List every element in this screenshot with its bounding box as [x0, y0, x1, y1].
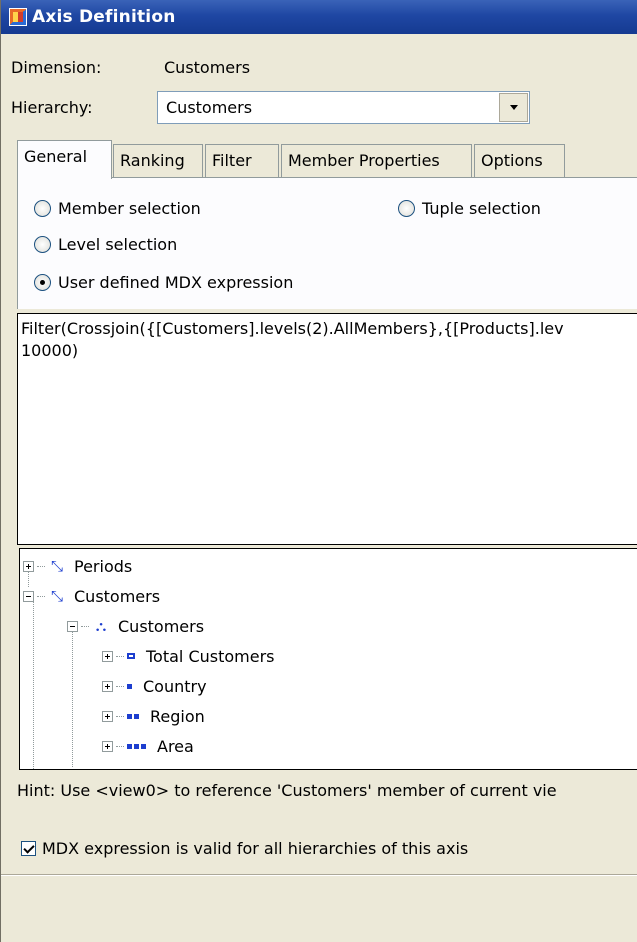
level-0-icon — [127, 653, 135, 659]
window-title: Axis Definition — [32, 7, 176, 27]
title-bar[interactable]: Axis Definition — [1, 0, 637, 34]
tuple-selection-radio[interactable]: Tuple selection — [398, 199, 541, 218]
tree-node-area[interactable]: Area — [102, 731, 194, 761]
tree-node-region[interactable]: Region — [102, 701, 205, 731]
dimension-label: Dimension: — [11, 58, 102, 77]
valid-all-hierarchies-checkbox[interactable]: MDX expression is valid for all hierarch… — [21, 839, 468, 858]
tree-node-periods[interactable]: ⤡ Periods — [23, 551, 132, 581]
tab-ranking[interactable]: Ranking — [113, 144, 203, 178]
tree-line — [72, 627, 73, 767]
collapse-icon[interactable] — [67, 620, 78, 632]
tree-connector — [116, 745, 124, 747]
user-mdx-label: User defined MDX expression — [58, 273, 294, 292]
expand-icon[interactable] — [102, 680, 113, 692]
chevron-down-icon — [509, 105, 518, 110]
tree-connector — [37, 595, 45, 597]
tree-label: Country — [143, 676, 207, 696]
radio-circle — [398, 200, 415, 217]
level-selection-label: Level selection — [58, 235, 178, 254]
hint-text: Hint: Use <view0> to reference 'Customer… — [17, 781, 557, 800]
expand-icon[interactable] — [102, 710, 113, 722]
checkbox-checked-icon[interactable] — [21, 841, 36, 856]
level-3-icon — [127, 743, 146, 749]
dimension-icon: ⤡ — [50, 587, 63, 605]
expand-icon[interactable] — [23, 560, 34, 572]
tab-member-properties[interactable]: Member Properties — [281, 144, 472, 178]
radio-circle — [34, 236, 51, 253]
axis-definition-window: Axis Definition Dimension: Customers Hie… — [0, 0, 637, 942]
expand-icon[interactable] — [102, 740, 113, 752]
tree-connector — [116, 715, 124, 717]
level-2-icon — [127, 713, 139, 719]
tab-options[interactable]: Options — [474, 144, 565, 178]
valid-all-hierarchies-label: MDX expression is valid for all hierarch… — [42, 839, 469, 858]
tree-label: Periods — [74, 556, 133, 576]
tree-connector — [116, 655, 124, 657]
tree-node-customers-hierarchy[interactable]: ⛬ Customers — [67, 611, 204, 641]
expand-icon[interactable] — [102, 650, 113, 662]
tab-filter[interactable]: Filter — [205, 144, 279, 178]
dimension-tree[interactable]: ⤡ Periods ⤡ Customers ⛬ Customers Total … — [19, 548, 637, 770]
tree-label: Region — [150, 706, 205, 726]
tree-connector — [81, 625, 89, 627]
hierarchy-icon: ⛬ — [95, 617, 107, 635]
separator — [1, 874, 637, 876]
hierarchy-dropdown-value: Customers — [166, 98, 253, 117]
tree-node-customers-dimension[interactable]: ⤡ Customers — [23, 581, 160, 611]
tree-connector — [116, 685, 124, 687]
app-icon — [9, 8, 27, 26]
radio-circle — [34, 200, 51, 217]
dimension-icon: ⤡ — [50, 557, 63, 575]
tree-node-country[interactable]: Country — [102, 671, 207, 701]
mdx-expression-editor[interactable]: Filter(Crossjoin({[Customers].levels(2).… — [17, 313, 637, 545]
level-selection-radio[interactable]: Level selection — [34, 235, 177, 254]
tree-label: Total Customers — [146, 646, 275, 666]
member-selection-label: Member selection — [58, 199, 201, 218]
tree-label: Area — [157, 736, 194, 756]
tab-general[interactable]: General — [17, 140, 112, 179]
tree-line — [33, 598, 34, 769]
dropdown-button[interactable] — [499, 93, 528, 122]
user-mdx-radio[interactable]: User defined MDX expression — [34, 273, 293, 292]
hierarchy-label: Hierarchy: — [11, 98, 93, 117]
tuple-selection-label: Tuple selection — [422, 199, 541, 218]
tree-label: Customers — [118, 616, 205, 636]
radio-circle-checked — [34, 274, 51, 291]
tree-node-total-customers[interactable]: Total Customers — [102, 641, 275, 671]
dimension-value: Customers — [164, 58, 251, 77]
hierarchy-dropdown[interactable]: Customers — [157, 91, 530, 124]
member-selection-radio[interactable]: Member selection — [34, 199, 201, 218]
tree-label: Customers — [74, 586, 161, 606]
level-1-icon — [127, 683, 132, 689]
tree-connector — [37, 565, 45, 567]
collapse-icon[interactable] — [23, 590, 34, 602]
